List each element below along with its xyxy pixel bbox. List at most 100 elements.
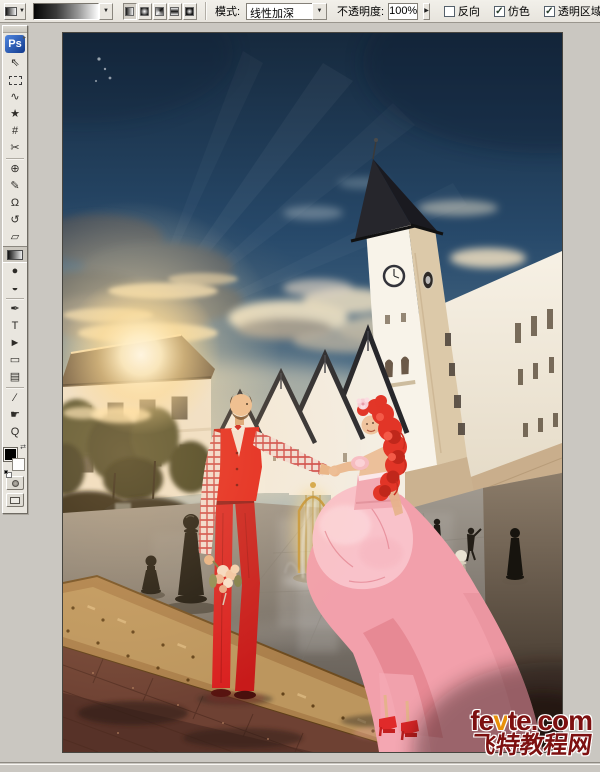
- reverse-option: 反向: [444, 3, 480, 19]
- quick-mask-button[interactable]: [6, 476, 24, 490]
- photoshop-logo: Ps: [5, 35, 25, 53]
- tool-path-selection[interactable]: ►: [3, 335, 27, 352]
- blur-icon: ●: [12, 266, 19, 277]
- default-colors-icon[interactable]: [4, 470, 8, 474]
- chevron-down-icon: ▼: [103, 8, 109, 14]
- gradient-type-buttons: [123, 3, 197, 20]
- tool-slice[interactable]: ✂: [3, 140, 27, 157]
- radial-gradient-icon: [140, 7, 149, 16]
- tool-zoom[interactable]: Q: [3, 424, 27, 441]
- transparency-label: 透明区域: [558, 3, 600, 19]
- chevron-down-icon: ▼: [317, 8, 323, 14]
- tool-preset-picker[interactable]: ▼: [4, 3, 26, 20]
- angle-gradient-icon: [155, 7, 164, 16]
- lasso-icon: ∿: [10, 92, 19, 103]
- photo: [63, 33, 562, 752]
- magic-wand-icon: ★: [10, 109, 20, 120]
- quick-mask-icon: [12, 480, 19, 487]
- tools-palette: ▸ Ps ⇖ ∿ ★ # ✂ ⊕ ✎ Ω ↺ ▱ ● ◒ ✒ T ► ▭ ▤ ∕…: [2, 25, 28, 514]
- clone-stamp-icon: Ω: [11, 198, 19, 209]
- brush-icon: ✎: [10, 181, 19, 192]
- chevron-down-icon: ▼: [19, 8, 25, 14]
- reverse-label: 反向: [458, 3, 480, 19]
- tool-group-separator: [6, 387, 24, 389]
- dither-label: 仿色: [508, 3, 530, 19]
- background-color-swatch[interactable]: [12, 458, 25, 471]
- transparency-checkbox[interactable]: ✓: [544, 6, 555, 17]
- tool-shape[interactable]: ▭: [3, 352, 27, 369]
- tool-notes[interactable]: ▤: [3, 369, 27, 386]
- eraser-icon: ▱: [11, 232, 19, 243]
- reverse-checkbox[interactable]: [444, 6, 455, 17]
- tool-eraser[interactable]: ▱: [3, 229, 27, 246]
- screen-mode-button[interactable]: [6, 493, 24, 507]
- reflected-gradient-button[interactable]: [168, 3, 182, 20]
- dither-option: ✓ 仿色: [494, 3, 530, 19]
- rectangular-marquee-icon: [9, 76, 22, 85]
- move-icon: ⇖: [10, 58, 19, 69]
- dither-checkbox[interactable]: ✓: [494, 6, 505, 17]
- document-canvas[interactable]: [62, 32, 563, 753]
- mode-label: 模式:: [215, 3, 240, 19]
- blend-mode-value: 线性加深: [246, 3, 312, 20]
- pen-icon: ✒: [10, 304, 19, 315]
- tool-pen[interactable]: ✒: [3, 301, 27, 318]
- tool-eyedropper[interactable]: ∕: [3, 390, 27, 407]
- tool-lasso[interactable]: ∿: [3, 89, 27, 106]
- dodge-icon: ◒: [12, 283, 19, 294]
- watermark-site-name: 飞特教程网: [469, 735, 594, 757]
- slice-icon: ✂: [10, 143, 19, 154]
- tool-options-bar: ▼ ▼ 模式: 线性加深 ▼ 不透明度: 100% ▶ 反向 ✓ 仿色 ✓ 透明…: [0, 0, 600, 23]
- linear-gradient-icon: [125, 7, 134, 16]
- tool-brush[interactable]: ✎: [3, 178, 27, 195]
- tool-crop[interactable]: #: [3, 123, 27, 140]
- opacity-input[interactable]: 100%: [388, 3, 418, 20]
- tool-gradient[interactable]: [3, 246, 27, 263]
- diamond-gradient-icon: [185, 7, 194, 16]
- tool-group-separator: [6, 298, 24, 300]
- radial-gradient-button[interactable]: [138, 3, 152, 20]
- diamond-gradient-button[interactable]: [183, 3, 197, 20]
- crop-icon: #: [12, 126, 18, 137]
- shape-icon: ▭: [10, 355, 20, 366]
- gradient-picker-arrow[interactable]: ▼: [99, 3, 113, 20]
- tool-rectangular-marquee[interactable]: [3, 72, 27, 89]
- collapse-icon: ▸: [23, 35, 27, 41]
- palette-header[interactable]: ▸: [3, 26, 27, 33]
- gradient-icon: [7, 250, 23, 260]
- tool-spot-healing-brush[interactable]: ⊕: [3, 161, 27, 178]
- opacity-label: 不透明度:: [337, 3, 384, 19]
- tool-hand[interactable]: ☛: [3, 407, 27, 424]
- tool-move[interactable]: ⇖: [3, 55, 27, 72]
- history-brush-icon: ↺: [10, 215, 19, 226]
- gradient-preview[interactable]: [33, 3, 99, 20]
- swap-colors-icon[interactable]: ⇄: [20, 443, 26, 451]
- blend-mode-select[interactable]: 线性加深 ▼: [246, 3, 327, 20]
- window-bottom-edge: [0, 762, 600, 765]
- tool-blur[interactable]: ●: [3, 263, 27, 280]
- gradient-tool-icon: [5, 7, 17, 16]
- path-selection-icon: ►: [10, 338, 21, 349]
- hand-icon: ☛: [10, 410, 20, 421]
- screen-mode-icon: [10, 497, 20, 504]
- tool-history-brush[interactable]: ↺: [3, 212, 27, 229]
- notes-icon: ▤: [10, 372, 20, 383]
- healing-brush-icon: ⊕: [10, 164, 19, 175]
- opacity-slider-button[interactable]: ▶: [423, 3, 430, 20]
- transparency-option: ✓ 透明区域: [544, 3, 600, 19]
- eyedropper-icon: ∕: [14, 393, 16, 404]
- tool-type[interactable]: T: [3, 318, 27, 335]
- tool-dodge[interactable]: ◒: [3, 280, 27, 297]
- gradient-editor-opener: ▼: [33, 3, 113, 20]
- blend-mode-arrow[interactable]: ▼: [312, 3, 327, 20]
- tool-magic-wand[interactable]: ★: [3, 106, 27, 123]
- tool-clone-stamp[interactable]: Ω: [3, 195, 27, 212]
- slider-arrow-icon: ▶: [424, 8, 429, 14]
- separator: [205, 2, 207, 20]
- linear-gradient-button[interactable]: [123, 3, 137, 20]
- reflected-gradient-icon: [170, 7, 179, 16]
- zoom-icon: Q: [11, 427, 20, 438]
- type-icon: T: [12, 321, 19, 332]
- angle-gradient-button[interactable]: [153, 3, 167, 20]
- tool-group-separator: [6, 158, 24, 160]
